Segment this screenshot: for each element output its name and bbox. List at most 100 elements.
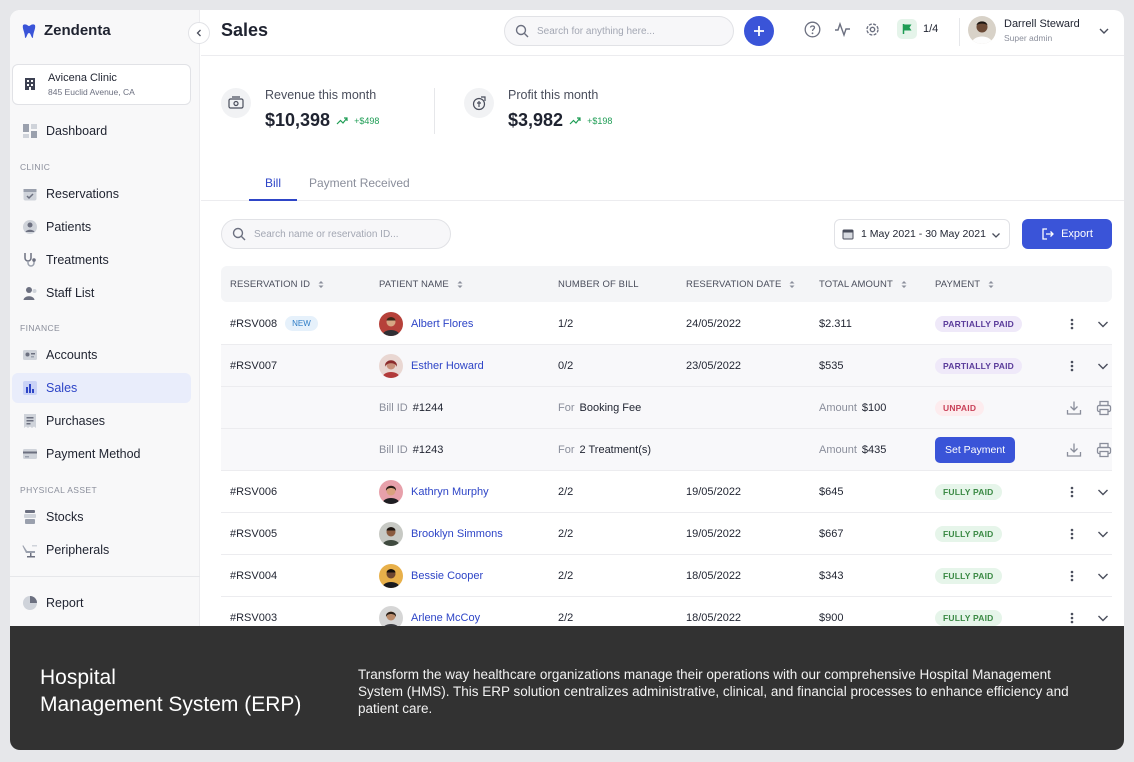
tab-bill[interactable]: Bill — [249, 176, 297, 201]
sidebar-item-label: Payment Method — [46, 447, 141, 461]
set-payment-button[interactable]: Set Payment — [935, 436, 1016, 463]
plus-icon — [754, 26, 764, 36]
sidebar-item-treatments[interactable]: Treatments — [12, 245, 191, 275]
sidebar-item-sales[interactable]: Sales — [12, 373, 191, 403]
patient-name: Arlene McCoy — [411, 611, 481, 624]
bill-row: Bill ID #1243 For 2 Treatment(s) Amount $43… — [221, 429, 1112, 471]
money-icon — [221, 88, 251, 118]
table-row[interactable]: #RSV008 NEW Albert Flores 1/2 24/05/2022 … — [221, 303, 1112, 345]
export-button[interactable]: Export — [1022, 219, 1112, 249]
reservation-date: 24/05/2022 — [686, 317, 742, 330]
profit-change: +$198 — [587, 115, 613, 126]
chevron-down-icon[interactable] — [1097, 570, 1109, 582]
avatar — [379, 563, 403, 588]
sidebar-item-report[interactable]: Report — [12, 588, 191, 618]
reservation-id: #RSV007 — [230, 359, 278, 372]
sidebar-item-accounts[interactable]: Accounts — [12, 340, 191, 370]
table-search-input[interactable] — [254, 228, 434, 240]
printer-icon[interactable] — [1096, 400, 1112, 416]
bill-for-label: For — [558, 443, 575, 456]
patient-link[interactable]: Esther Howard — [379, 345, 484, 386]
user-menu[interactable]: Darrell Steward Super admin — [968, 16, 1080, 44]
export-label: Export — [1061, 228, 1093, 240]
profit-value: $3,982 — [508, 110, 564, 130]
patient-link[interactable]: Kathryn Murphy — [379, 471, 489, 512]
sort-icon — [457, 280, 463, 288]
table-row[interactable]: #RSV004 Bessie Cooper 2/2 18/05/2022 $34… — [221, 555, 1112, 597]
status-badge: FULLY PAID — [935, 609, 1002, 626]
table-search[interactable] — [221, 219, 451, 249]
sidebar-item-stocks[interactable]: Stocks — [12, 502, 191, 532]
column-header-total-amount[interactable]: TOTAL AMOUNT — [819, 266, 907, 302]
app-logo[interactable]: Zendenta — [21, 22, 111, 39]
profit-label: Profit this month — [508, 88, 599, 102]
sidebar-item-label: Treatments — [46, 253, 109, 267]
table-row[interactable]: #RSV005 Brooklyn Simmons 2/2 19/05/2022 … — [221, 513, 1112, 555]
column-header-patient-name[interactable]: PATIENT NAME — [379, 266, 463, 302]
column-header-reservation-id[interactable]: RESERVATION ID — [230, 266, 324, 302]
date-range-picker[interactable]: 1 May 2021 - 30 May 2021 — [834, 219, 1010, 249]
add-button[interactable] — [744, 16, 774, 46]
bill-id-label: Bill ID — [379, 443, 408, 456]
stethoscope-icon — [24, 253, 36, 267]
download-icon[interactable] — [1066, 400, 1082, 416]
chevron-down-icon[interactable] — [1097, 528, 1109, 540]
more-vertical-icon[interactable] — [1070, 528, 1074, 540]
reservation-id: #RSV006 — [230, 485, 278, 498]
user-role: Super admin — [1004, 32, 1053, 43]
patient-link[interactable]: Albert Flores — [379, 303, 473, 344]
sidebar-item-purchases[interactable]: Purchases — [12, 406, 191, 436]
sidebar-item-label: Patients — [46, 220, 92, 234]
help-icon[interactable] — [804, 21, 821, 38]
global-search-input[interactable] — [537, 25, 717, 37]
onboarding-progress[interactable]: 1/4 — [897, 19, 938, 39]
more-vertical-icon[interactable] — [1070, 570, 1074, 582]
more-vertical-icon[interactable] — [1070, 360, 1074, 372]
chevron-down-icon[interactable] — [1097, 360, 1109, 372]
tab-payment-received[interactable]: Payment Received — [297, 176, 422, 201]
more-vertical-icon[interactable] — [1070, 486, 1074, 498]
patient-link[interactable]: Brooklyn Simmons — [379, 513, 503, 554]
chevron-down-icon[interactable] — [1098, 25, 1110, 37]
table-row[interactable]: #RSV007 Esther Howard 0/2 23/05/2022 $53… — [221, 345, 1112, 387]
sidebar-item-patients[interactable]: Patients — [12, 212, 191, 242]
sidebar-item-peripherals[interactable]: Peripherals — [12, 535, 191, 565]
sidebar-item-staff-list[interactable]: Staff List — [12, 278, 191, 308]
column-header-number-of-bill[interactable]: NUMBER OF BILL — [558, 266, 639, 302]
gear-icon[interactable] — [864, 21, 881, 38]
status-badge: PARTIALLY PAID — [935, 357, 1022, 374]
patient-link[interactable]: Bessie Cooper — [379, 555, 483, 596]
more-vertical-icon[interactable] — [1070, 612, 1074, 624]
bill-count: 1/2 — [558, 317, 574, 330]
trend-up-icon — [569, 116, 581, 124]
sidebar-item-label: Reservations — [46, 187, 119, 201]
total-amount: $645 — [819, 485, 844, 498]
column-header-reservation-date[interactable]: RESERVATION DATE — [686, 266, 795, 302]
clinic-selector[interactable]: Avicena Clinic 845 Euclid Avenue, CA — [12, 64, 191, 105]
chevron-down-icon[interactable] — [1097, 486, 1109, 498]
revenue-label: Revenue this month — [265, 88, 377, 102]
status-badge: FULLY PAID — [935, 567, 1002, 584]
printer-icon[interactable] — [1096, 442, 1112, 458]
table-row[interactable]: #RSV006 Kathryn Murphy 2/2 19/05/2022 $6… — [221, 471, 1112, 513]
more-vertical-icon[interactable] — [1070, 318, 1074, 330]
reservation-date: 23/05/2022 — [686, 359, 742, 372]
sidebar-item-payment-method[interactable]: Payment Method — [12, 439, 191, 469]
sidebar-item-reservations[interactable]: Reservations — [12, 179, 191, 209]
sidebar-item-dashboard[interactable]: Dashboard — [12, 116, 191, 146]
chevron-down-icon[interactable] — [1097, 318, 1109, 330]
revenue-card: Revenue this month $10,398 +$498 — [221, 88, 379, 131]
activity-icon[interactable] — [834, 21, 851, 38]
total-amount: $2.311 — [819, 317, 852, 330]
status-badge: UNPAID — [935, 399, 985, 416]
sidebar: Zendenta Avicena Clinic 845 Euclid Avenu… — [10, 10, 200, 626]
download-icon[interactable] — [1066, 442, 1082, 458]
collapse-sidebar-button[interactable] — [188, 22, 210, 44]
banner-description: Transform the way healthcare organizatio… — [358, 667, 1069, 716]
pie-chart-icon — [23, 596, 37, 610]
column-header-payment[interactable]: PAYMENT — [935, 266, 994, 302]
flag-count: 1/4 — [923, 23, 939, 35]
global-search[interactable] — [504, 16, 734, 46]
chevron-down-icon[interactable] — [1097, 612, 1109, 624]
profit-card: Profit this month $3,982 +$198 — [464, 88, 612, 131]
